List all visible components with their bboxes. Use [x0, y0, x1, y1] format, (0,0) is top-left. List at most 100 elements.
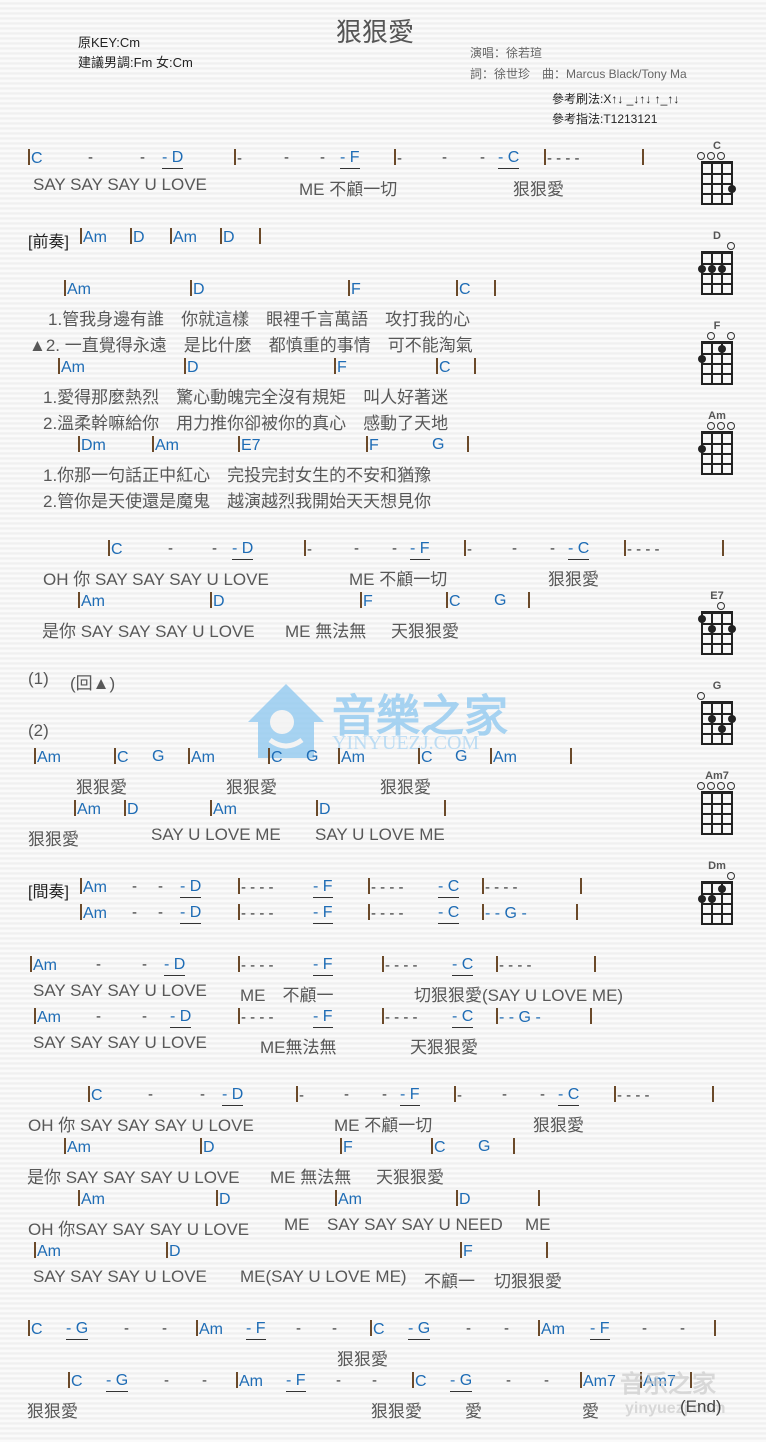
chord: F	[340, 1138, 353, 1157]
beat-dash: -	[304, 540, 312, 558]
chord: - D	[162, 149, 184, 169]
bar-line	[570, 748, 573, 767]
chord: - F	[313, 1008, 333, 1028]
open-strings	[694, 242, 740, 251]
chord: Am	[335, 1190, 362, 1209]
beat-dash: -	[344, 1086, 349, 1103]
chord: - - G -	[496, 1008, 541, 1027]
beat-dash: -	[480, 149, 485, 166]
open-string-marker	[697, 152, 705, 160]
lyric: 狠狠愛	[533, 1116, 584, 1135]
chord: Am	[80, 228, 107, 247]
beat-dash: -	[148, 1086, 153, 1103]
chord: C	[88, 1086, 103, 1105]
lyric: 天狠狠愛	[391, 622, 459, 641]
open-strings	[694, 422, 740, 431]
open-string-marker	[727, 242, 735, 250]
beat-dash: - - - -	[482, 878, 517, 896]
beat-dash: -	[466, 1320, 471, 1337]
chord: D	[190, 280, 205, 299]
chord: Am	[538, 1320, 565, 1339]
chord-diagram-name: C	[713, 140, 721, 152]
beat-dash: -	[296, 1086, 304, 1104]
singer: 演唱：徐若瑄	[470, 46, 543, 60]
open-strings	[694, 602, 740, 611]
lyric: 天狠狠愛	[410, 1038, 478, 1057]
chord: C	[412, 1372, 427, 1391]
beat-dash: -	[642, 1320, 647, 1337]
bar-line	[722, 540, 725, 559]
open-strings	[694, 782, 740, 791]
beat-dash: -	[296, 1320, 301, 1337]
chord: C	[108, 540, 123, 559]
chord: - C	[498, 149, 520, 169]
beat-dash: - - - -	[238, 878, 273, 896]
open-string-marker	[697, 782, 705, 790]
chord: C	[268, 748, 283, 767]
beat-dash: -	[200, 1086, 205, 1103]
beat-dash: -	[132, 878, 137, 895]
chord-diagram-name: G	[712, 680, 722, 692]
open-string-marker	[727, 782, 735, 790]
beat-dash: -	[202, 1372, 207, 1389]
suggested-key: 建議男調:Fm 女:Cm	[78, 55, 193, 70]
chord-diagram-e7: E7	[694, 590, 740, 655]
finger-dot	[708, 895, 716, 903]
chord: Dm	[78, 436, 106, 455]
chord: D	[210, 592, 225, 611]
lyric: ME 不顧一切	[349, 570, 448, 589]
chord: - C	[452, 956, 474, 976]
bar-line	[259, 228, 262, 247]
open-string-marker	[717, 782, 725, 790]
beat-dash: - - - -	[382, 1008, 417, 1026]
beat-dash: -	[96, 956, 101, 973]
chord: - F	[400, 1086, 420, 1106]
chord: Am	[78, 1190, 105, 1209]
chord: - C	[558, 1086, 580, 1106]
chord: Am	[170, 228, 197, 247]
bar-line	[528, 592, 531, 611]
lyric: 狠狠愛	[371, 1402, 422, 1421]
lyric: 狠狠愛	[27, 1402, 78, 1421]
bar-line	[538, 1190, 541, 1209]
chord: Am	[338, 748, 365, 767]
chord: E7	[238, 436, 261, 455]
chord: - - G -	[482, 904, 527, 923]
chord: - D	[170, 1008, 192, 1028]
chord: - F	[246, 1320, 266, 1340]
beat-dash: -	[234, 149, 242, 167]
beat-dash: -	[124, 1320, 129, 1337]
beat-dash: -	[506, 1372, 511, 1389]
chord-diagram-name: Dm	[708, 860, 726, 872]
beat-dash: -	[212, 540, 217, 557]
beat-dash: -	[550, 540, 555, 557]
finger-dot	[728, 185, 736, 193]
chord: - F	[340, 149, 360, 169]
chord: - D	[232, 540, 254, 560]
beat-dash: -	[96, 1008, 101, 1025]
lyric: SAY SAY SAY U LOVE	[33, 1267, 207, 1286]
chord: D	[316, 800, 331, 819]
finger-dot	[718, 345, 726, 353]
open-string-marker	[707, 422, 715, 430]
lyric: SAY SAY SAY U LOVE	[33, 1033, 207, 1052]
bar-line	[513, 1138, 516, 1157]
beat-dash: -	[164, 1372, 169, 1389]
chord: Am	[210, 800, 237, 819]
fretboard	[698, 881, 733, 925]
chord: - F	[410, 540, 430, 560]
part-1-label: (1)	[28, 669, 49, 688]
chord: Am	[80, 878, 107, 897]
bar-line	[580, 878, 583, 897]
chord: G	[494, 592, 507, 609]
open-string-marker	[707, 782, 715, 790]
beat-dash: -	[336, 1372, 341, 1389]
chord: C	[370, 1320, 385, 1339]
chord: C	[456, 280, 471, 299]
lyric: 狠狠愛	[76, 778, 127, 797]
chord: - G	[106, 1372, 129, 1392]
fretboard	[701, 161, 736, 205]
chord: F	[360, 592, 373, 611]
chord: Am	[58, 358, 85, 377]
chord: F	[366, 436, 379, 455]
